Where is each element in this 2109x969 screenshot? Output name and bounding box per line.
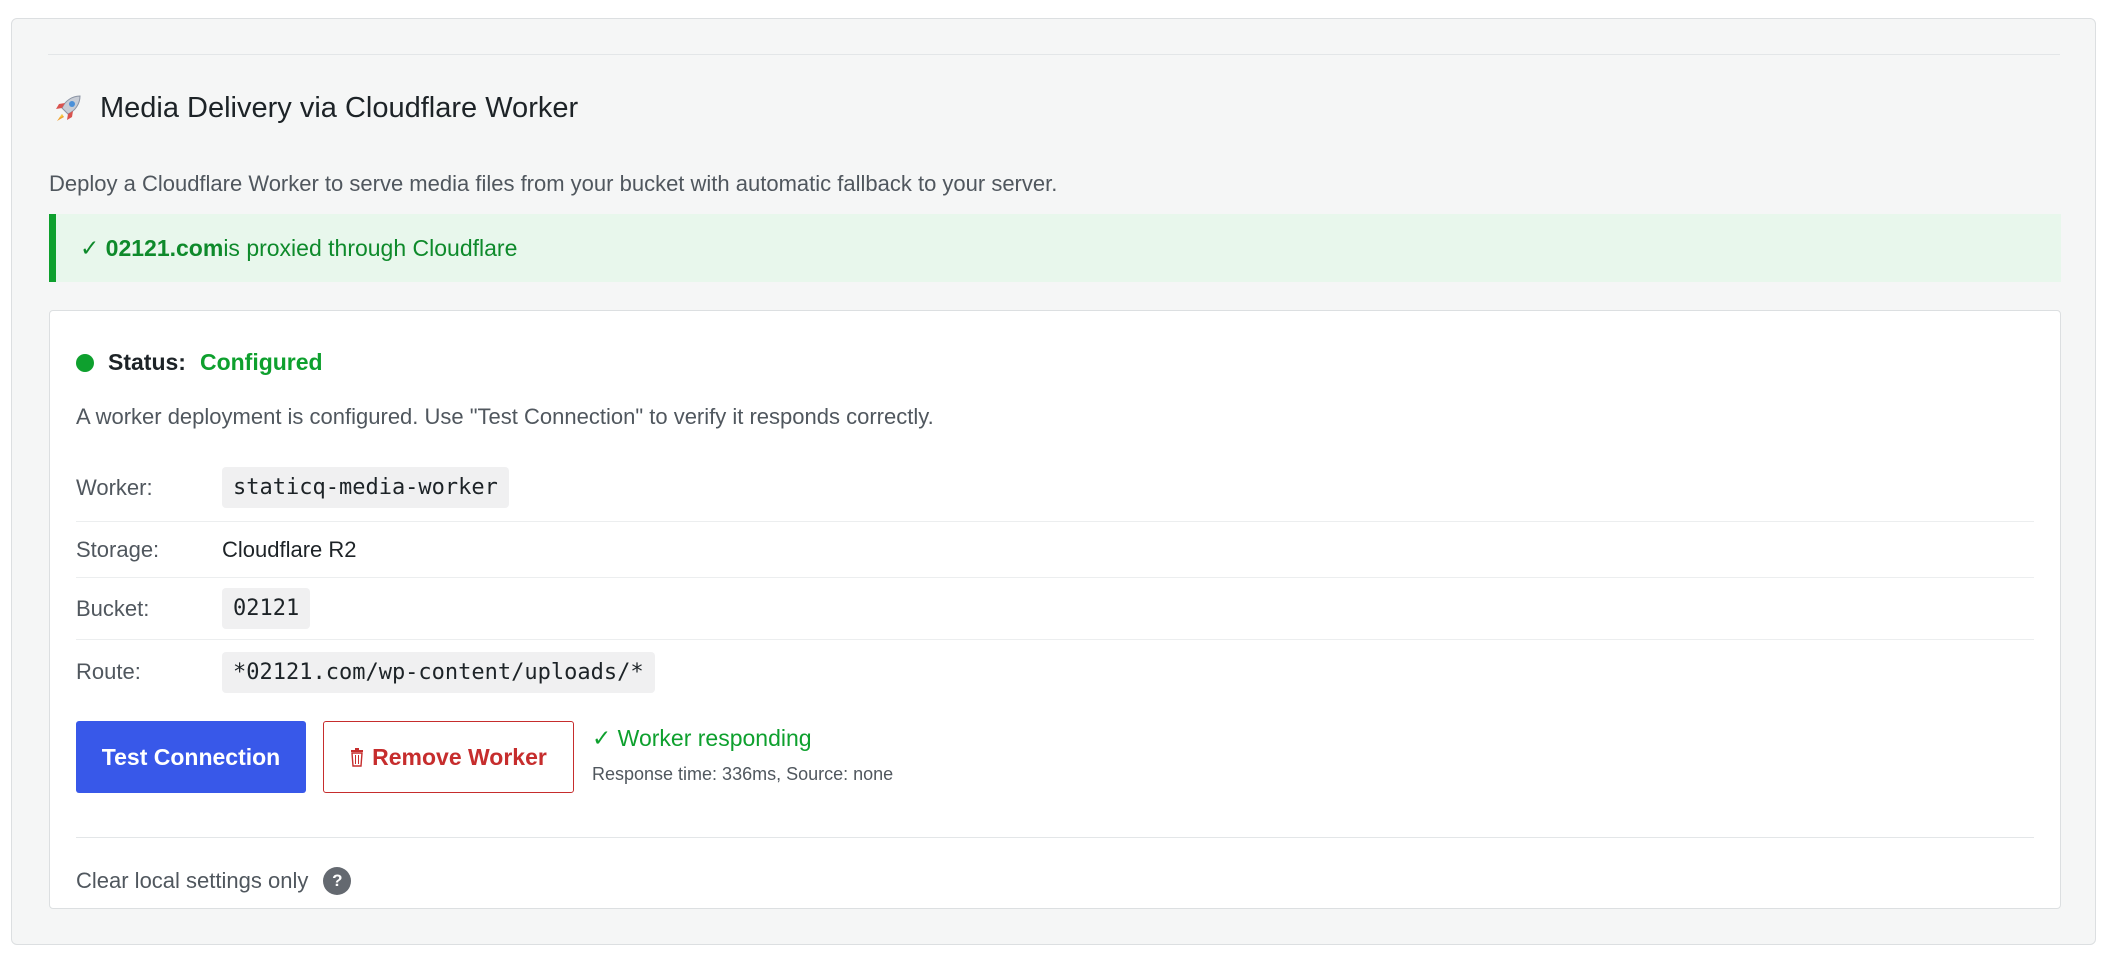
status-label: Status: [108, 349, 186, 375]
page-title: Media Delivery via Cloudflare Worker [100, 91, 579, 124]
detail-label: Worker: [76, 474, 153, 500]
notice-domain: 02121.com [105, 234, 224, 261]
notice-text: is proxied through Cloudflare [223, 234, 518, 261]
help-icon[interactable]: ? [323, 867, 352, 895]
detail-row-worker: Worker: staticq-media-worker [76, 454, 2034, 522]
status-value: Configured [199, 349, 323, 375]
trash-icon [351, 748, 364, 767]
detail-label: Bucket: [76, 595, 150, 621]
route-pattern: *02121.com/wp-content/uploads/* [222, 651, 655, 693]
status-dot-icon [76, 353, 94, 372]
detail-row-bucket: Bucket: 02121 [76, 578, 2034, 640]
test-result: ✓ Worker responding Response time: 336ms… [592, 725, 893, 785]
test-result-meta: Response time: 336ms, Source: none [592, 764, 894, 784]
detail-label: Route: [76, 659, 141, 684]
detail-label: Storage: [76, 536, 160, 562]
remove-worker-label: Remove Worker [372, 743, 547, 770]
section-description: Deploy a Cloudflare Worker to serve medi… [49, 171, 1058, 196]
worker-name: staticq-media-worker [222, 467, 509, 508]
clear-local-label[interactable]: Clear local settings only [76, 868, 308, 894]
details-table: Worker: staticq-media-worker Storage: Cl… [76, 454, 2034, 704]
status-line: Status: Configured [76, 349, 323, 376]
rocket-icon [56, 95, 81, 121]
proxy-notice: ✓ 02121.com is proxied through Cloudflar… [49, 214, 2061, 282]
check-icon: ✓ [80, 234, 100, 261]
divider [76, 837, 2034, 838]
storage-value: Cloudflare R2 [222, 536, 357, 562]
detail-row-storage: Storage: Cloudflare R2 [76, 522, 2034, 578]
settings-panel: Media Delivery via Cloudflare Worker Dep… [11, 18, 2096, 945]
clear-local-settings[interactable]: Clear local settings only ? [76, 867, 352, 895]
remove-worker-button[interactable]: Remove Worker [323, 721, 574, 793]
section-heading: Media Delivery via Cloudflare Worker [50, 83, 578, 133]
detail-row-route: Route: *02121.com/wp-content/uploads/* [76, 640, 2034, 704]
status-description: A worker deployment is configured. Use "… [76, 404, 934, 429]
test-connection-button[interactable]: Test Connection [76, 721, 306, 793]
bucket-name: 02121 [222, 588, 311, 629]
divider [48, 54, 2060, 55]
test-result-message: ✓ Worker responding [592, 725, 812, 751]
worker-status-card: Status: Configured A worker deployment i… [49, 310, 2061, 909]
